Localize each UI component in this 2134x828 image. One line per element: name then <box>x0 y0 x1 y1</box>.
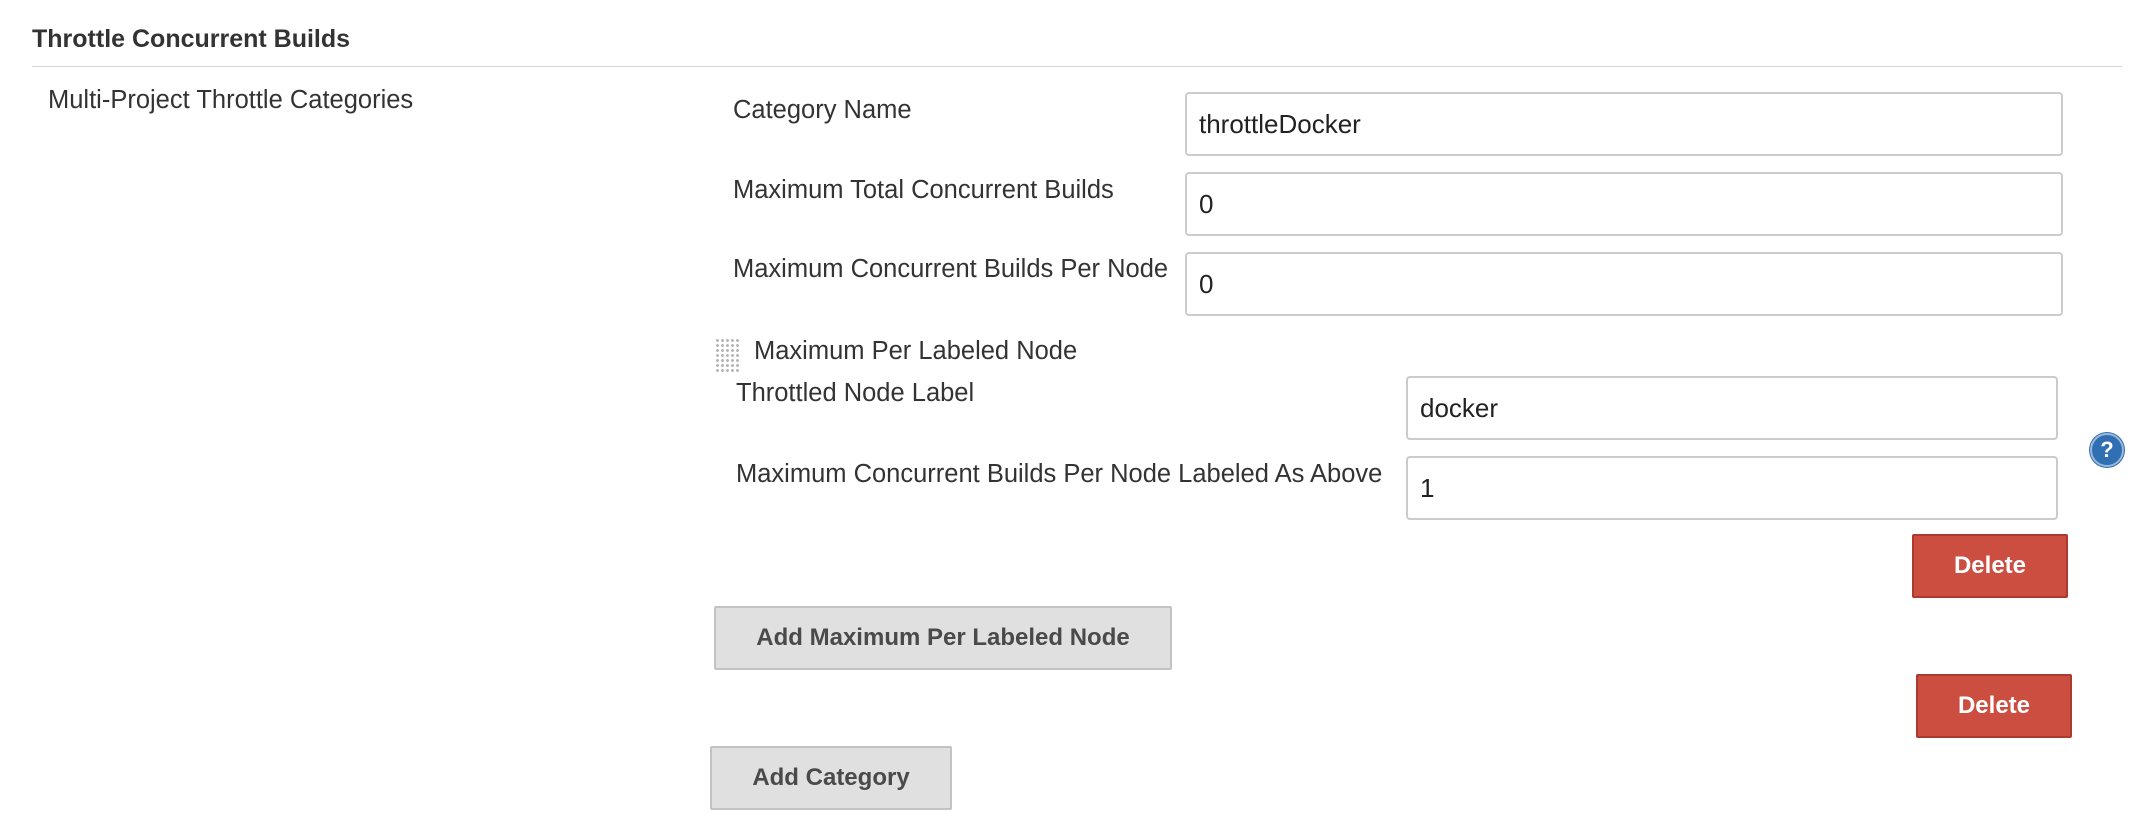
section-title: Throttle Concurrent Builds <box>32 25 351 53</box>
drag-handle-icon[interactable] <box>715 338 739 372</box>
max-labeled-node-input[interactable] <box>1406 456 2058 520</box>
categories-label: Multi-Project Throttle Categories <box>48 86 414 114</box>
question-mark-glyph: ? <box>2100 437 2114 462</box>
max-per-node-label: Maximum Concurrent Builds Per Node <box>733 255 1169 283</box>
section-divider <box>32 66 2122 67</box>
category-name-input[interactable] <box>1185 92 2063 156</box>
max-total-concurrent-input[interactable] <box>1185 172 2063 236</box>
max-labeled-node-label: Maximum Concurrent Builds Per Node Label… <box>736 460 1383 488</box>
throttled-node-label-input[interactable] <box>1406 376 2058 440</box>
add-category-button[interactable]: Add Category <box>710 746 952 810</box>
delete-labeled-node-button[interactable]: Delete <box>1912 534 2068 598</box>
max-total-concurrent-label: Maximum Total Concurrent Builds <box>733 176 1114 204</box>
max-per-node-input[interactable] <box>1185 252 2063 316</box>
category-name-label: Category Name <box>733 96 912 124</box>
add-labeled-node-button[interactable]: Add Maximum Per Labeled Node <box>714 606 1172 670</box>
delete-category-button[interactable]: Delete <box>1916 674 2072 738</box>
labeled-node-header: Maximum Per Labeled Node <box>754 337 1078 365</box>
help-icon[interactable]: ? <box>2090 433 2124 467</box>
throttled-node-label-label: Throttled Node Label <box>736 379 975 407</box>
